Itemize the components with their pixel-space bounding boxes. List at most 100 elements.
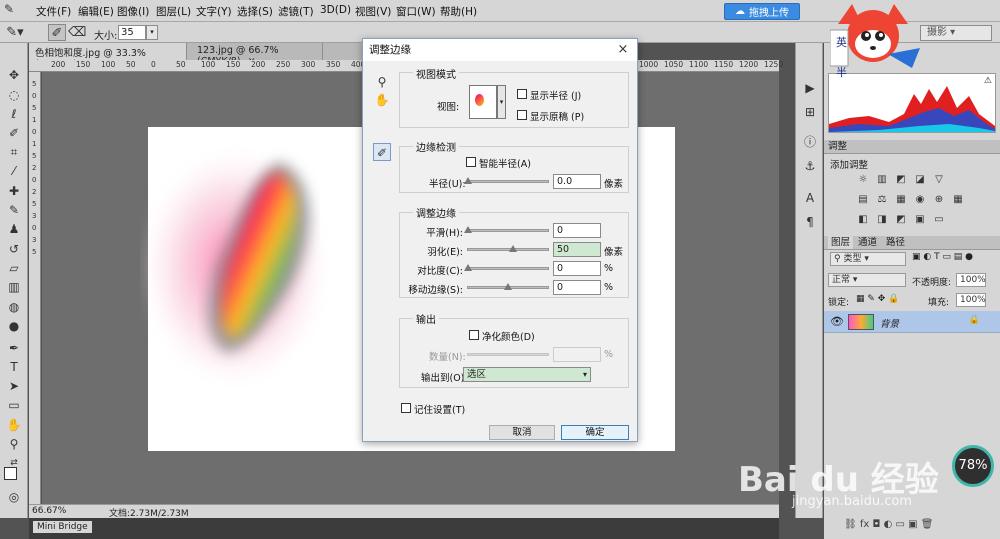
- cancel-button[interactable]: 取消: [489, 425, 555, 440]
- show-radius-checkbox[interactable]: [517, 89, 527, 99]
- history-brush-tool-icon[interactable]: ↺: [5, 241, 23, 258]
- menu-window[interactable]: 窗口(W): [396, 4, 436, 19]
- channel-mixer-icon[interactable]: ⊕: [932, 194, 946, 206]
- properties-icon[interactable]: ⊞: [801, 103, 819, 121]
- crop-tool-icon[interactable]: ⌗: [5, 144, 23, 161]
- tab-mini-bridge[interactable]: Mini Bridge: [33, 521, 92, 533]
- performance-meter[interactable]: 78%: [952, 445, 994, 487]
- brightness-icon[interactable]: ☼: [856, 174, 870, 186]
- move-tool-icon[interactable]: ✥: [5, 67, 23, 84]
- posterize-icon[interactable]: ◨: [875, 214, 889, 226]
- warning-icon[interactable]: ⚠: [984, 76, 992, 86]
- remember-settings-checkbox[interactable]: [401, 403, 411, 413]
- navigator-icon[interactable]: ⚓: [801, 157, 819, 175]
- blend-mode-dropdown[interactable]: 正常 ▾: [828, 273, 906, 287]
- layer-footer-icons[interactable]: ⛓ fx ◘ ◐ ▭ ▣ 🗑: [844, 519, 933, 530]
- tab-paths[interactable]: 路径: [886, 236, 905, 249]
- path-select-tool-icon[interactable]: ➤: [5, 378, 23, 395]
- marquee-tool-icon[interactable]: ◌: [5, 87, 23, 104]
- foreground-color-swatch[interactable]: [4, 467, 17, 480]
- contrast-slider[interactable]: [467, 267, 549, 270]
- smooth-slider-thumb[interactable]: [464, 226, 472, 233]
- hue-saturation-icon[interactable]: ▤: [856, 194, 870, 206]
- menu-type[interactable]: 文字(Y): [196, 4, 232, 19]
- view-preview[interactable]: [469, 85, 497, 119]
- gradient-map-icon[interactable]: ▭: [932, 214, 946, 226]
- radius-input[interactable]: 0.0: [553, 174, 601, 189]
- hand-tool-icon[interactable]: ✋: [373, 91, 391, 109]
- black-white-icon[interactable]: ▦: [894, 194, 908, 206]
- upload-button[interactable]: ☁ 拖拽上传: [724, 3, 800, 20]
- dialog-close-button[interactable]: ×: [615, 42, 631, 58]
- dialog-title-bar[interactable]: 调整边缘: [363, 39, 637, 61]
- quick-select-tool-icon[interactable]: ✐: [5, 125, 23, 142]
- healing-tool-icon[interactable]: ✚: [5, 183, 23, 200]
- ok-button[interactable]: 确定: [561, 425, 629, 440]
- view-dropdown-icon[interactable]: ▾: [497, 85, 506, 119]
- shift-edge-slider-thumb[interactable]: [504, 283, 512, 290]
- threshold-icon[interactable]: ◩: [894, 214, 908, 226]
- menu-layer[interactable]: 图层(L): [156, 4, 191, 19]
- exposure-icon[interactable]: ◪: [913, 174, 927, 186]
- tab-document-1[interactable]: 色相饱和度.jpg @ 33.3%(RGB/8*) ×: [29, 43, 187, 70]
- hand-tool-icon[interactable]: ✋: [5, 417, 23, 434]
- refine-radius-tool-icon[interactable]: ✐: [373, 143, 391, 161]
- size-input[interactable]: 35: [118, 25, 146, 40]
- smart-radius-checkbox[interactable]: [466, 157, 476, 167]
- tab-layers[interactable]: 图层: [828, 236, 854, 249]
- quick-mask-icon[interactable]: ◎: [5, 489, 23, 506]
- feather-slider-thumb[interactable]: [509, 245, 517, 252]
- levels-icon[interactable]: ▥: [875, 174, 889, 186]
- lock-icons[interactable]: ▦ ✎ ✥ 🔒: [856, 294, 899, 304]
- smooth-slider[interactable]: [467, 229, 549, 232]
- contrast-slider-thumb[interactable]: [464, 264, 472, 271]
- tab-document-2[interactable]: 123.jpg @ 66.7%(CMYK/8) ×: [191, 43, 323, 67]
- layer-filter-dropdown[interactable]: ⚲ 类型 ▾: [830, 252, 906, 266]
- info-icon[interactable]: ⓘ: [801, 133, 819, 151]
- adjustments-panel-title[interactable]: 调整: [824, 140, 1000, 154]
- photo-filter-icon[interactable]: ◉: [913, 194, 927, 206]
- radius-slider-thumb[interactable]: [464, 177, 472, 184]
- type-tool-icon[interactable]: T: [5, 359, 23, 376]
- zoom-tool-icon[interactable]: ⚲: [373, 73, 391, 91]
- contrast-input[interactable]: 0: [553, 261, 601, 276]
- menu-image[interactable]: 图像(I): [117, 4, 149, 19]
- invert-icon[interactable]: ◧: [856, 214, 870, 226]
- smooth-input[interactable]: 0: [553, 223, 601, 238]
- shape-tool-icon[interactable]: ▭: [5, 397, 23, 414]
- brush-preset-icon[interactable]: ✎▾: [6, 24, 24, 41]
- tab-channels[interactable]: 通道: [858, 236, 877, 249]
- fill-input[interactable]: 100%: [956, 293, 986, 307]
- menu-edit[interactable]: 编辑(E): [78, 4, 114, 19]
- brush-tool-icon[interactable]: ✎: [4, 2, 30, 20]
- brush-tool-icon[interactable]: ✎: [5, 202, 23, 219]
- pen-tool-icon[interactable]: ✒: [5, 340, 23, 357]
- opacity-input[interactable]: 100%: [956, 273, 986, 287]
- feather-input[interactable]: 50: [553, 242, 601, 257]
- radius-slider[interactable]: [467, 180, 549, 183]
- curves-icon[interactable]: ◩: [894, 174, 908, 186]
- eye-icon[interactable]: 👁: [830, 315, 844, 328]
- menu-view[interactable]: 视图(V): [355, 4, 391, 19]
- lasso-tool-icon[interactable]: ℓ: [5, 106, 23, 123]
- menu-help[interactable]: 帮助(H): [440, 4, 477, 19]
- menu-select[interactable]: 选择(S): [237, 4, 273, 19]
- dodge-tool-icon[interactable]: ●: [5, 318, 23, 335]
- menu-file[interactable]: 文件(F): [36, 4, 71, 19]
- erase-refinements-tool-icon[interactable]: ⌫: [68, 24, 86, 41]
- color-balance-icon[interactable]: ⚖: [875, 194, 889, 206]
- menu-3d[interactable]: 3D(D): [320, 4, 351, 16]
- layer-name[interactable]: 背景: [880, 316, 899, 330]
- size-dropdown-icon[interactable]: ▾: [146, 25, 158, 40]
- history-icon[interactable]: ▶: [801, 79, 819, 97]
- refine-radius-tool-icon[interactable]: ✐: [48, 24, 66, 41]
- layer-row-background[interactable]: 👁 背景 🔒: [824, 311, 1000, 333]
- eyedropper-tool-icon[interactable]: ⁄: [5, 163, 23, 180]
- eraser-tool-icon[interactable]: ▱: [5, 260, 23, 277]
- vibrance-icon[interactable]: ▽: [932, 174, 946, 186]
- stamp-tool-icon[interactable]: ♟: [5, 221, 23, 238]
- zoom-level[interactable]: 66.67%: [32, 506, 66, 516]
- shift-edge-input[interactable]: 0: [553, 280, 601, 295]
- decontaminate-checkbox[interactable]: [469, 330, 479, 340]
- feather-slider[interactable]: [467, 248, 549, 251]
